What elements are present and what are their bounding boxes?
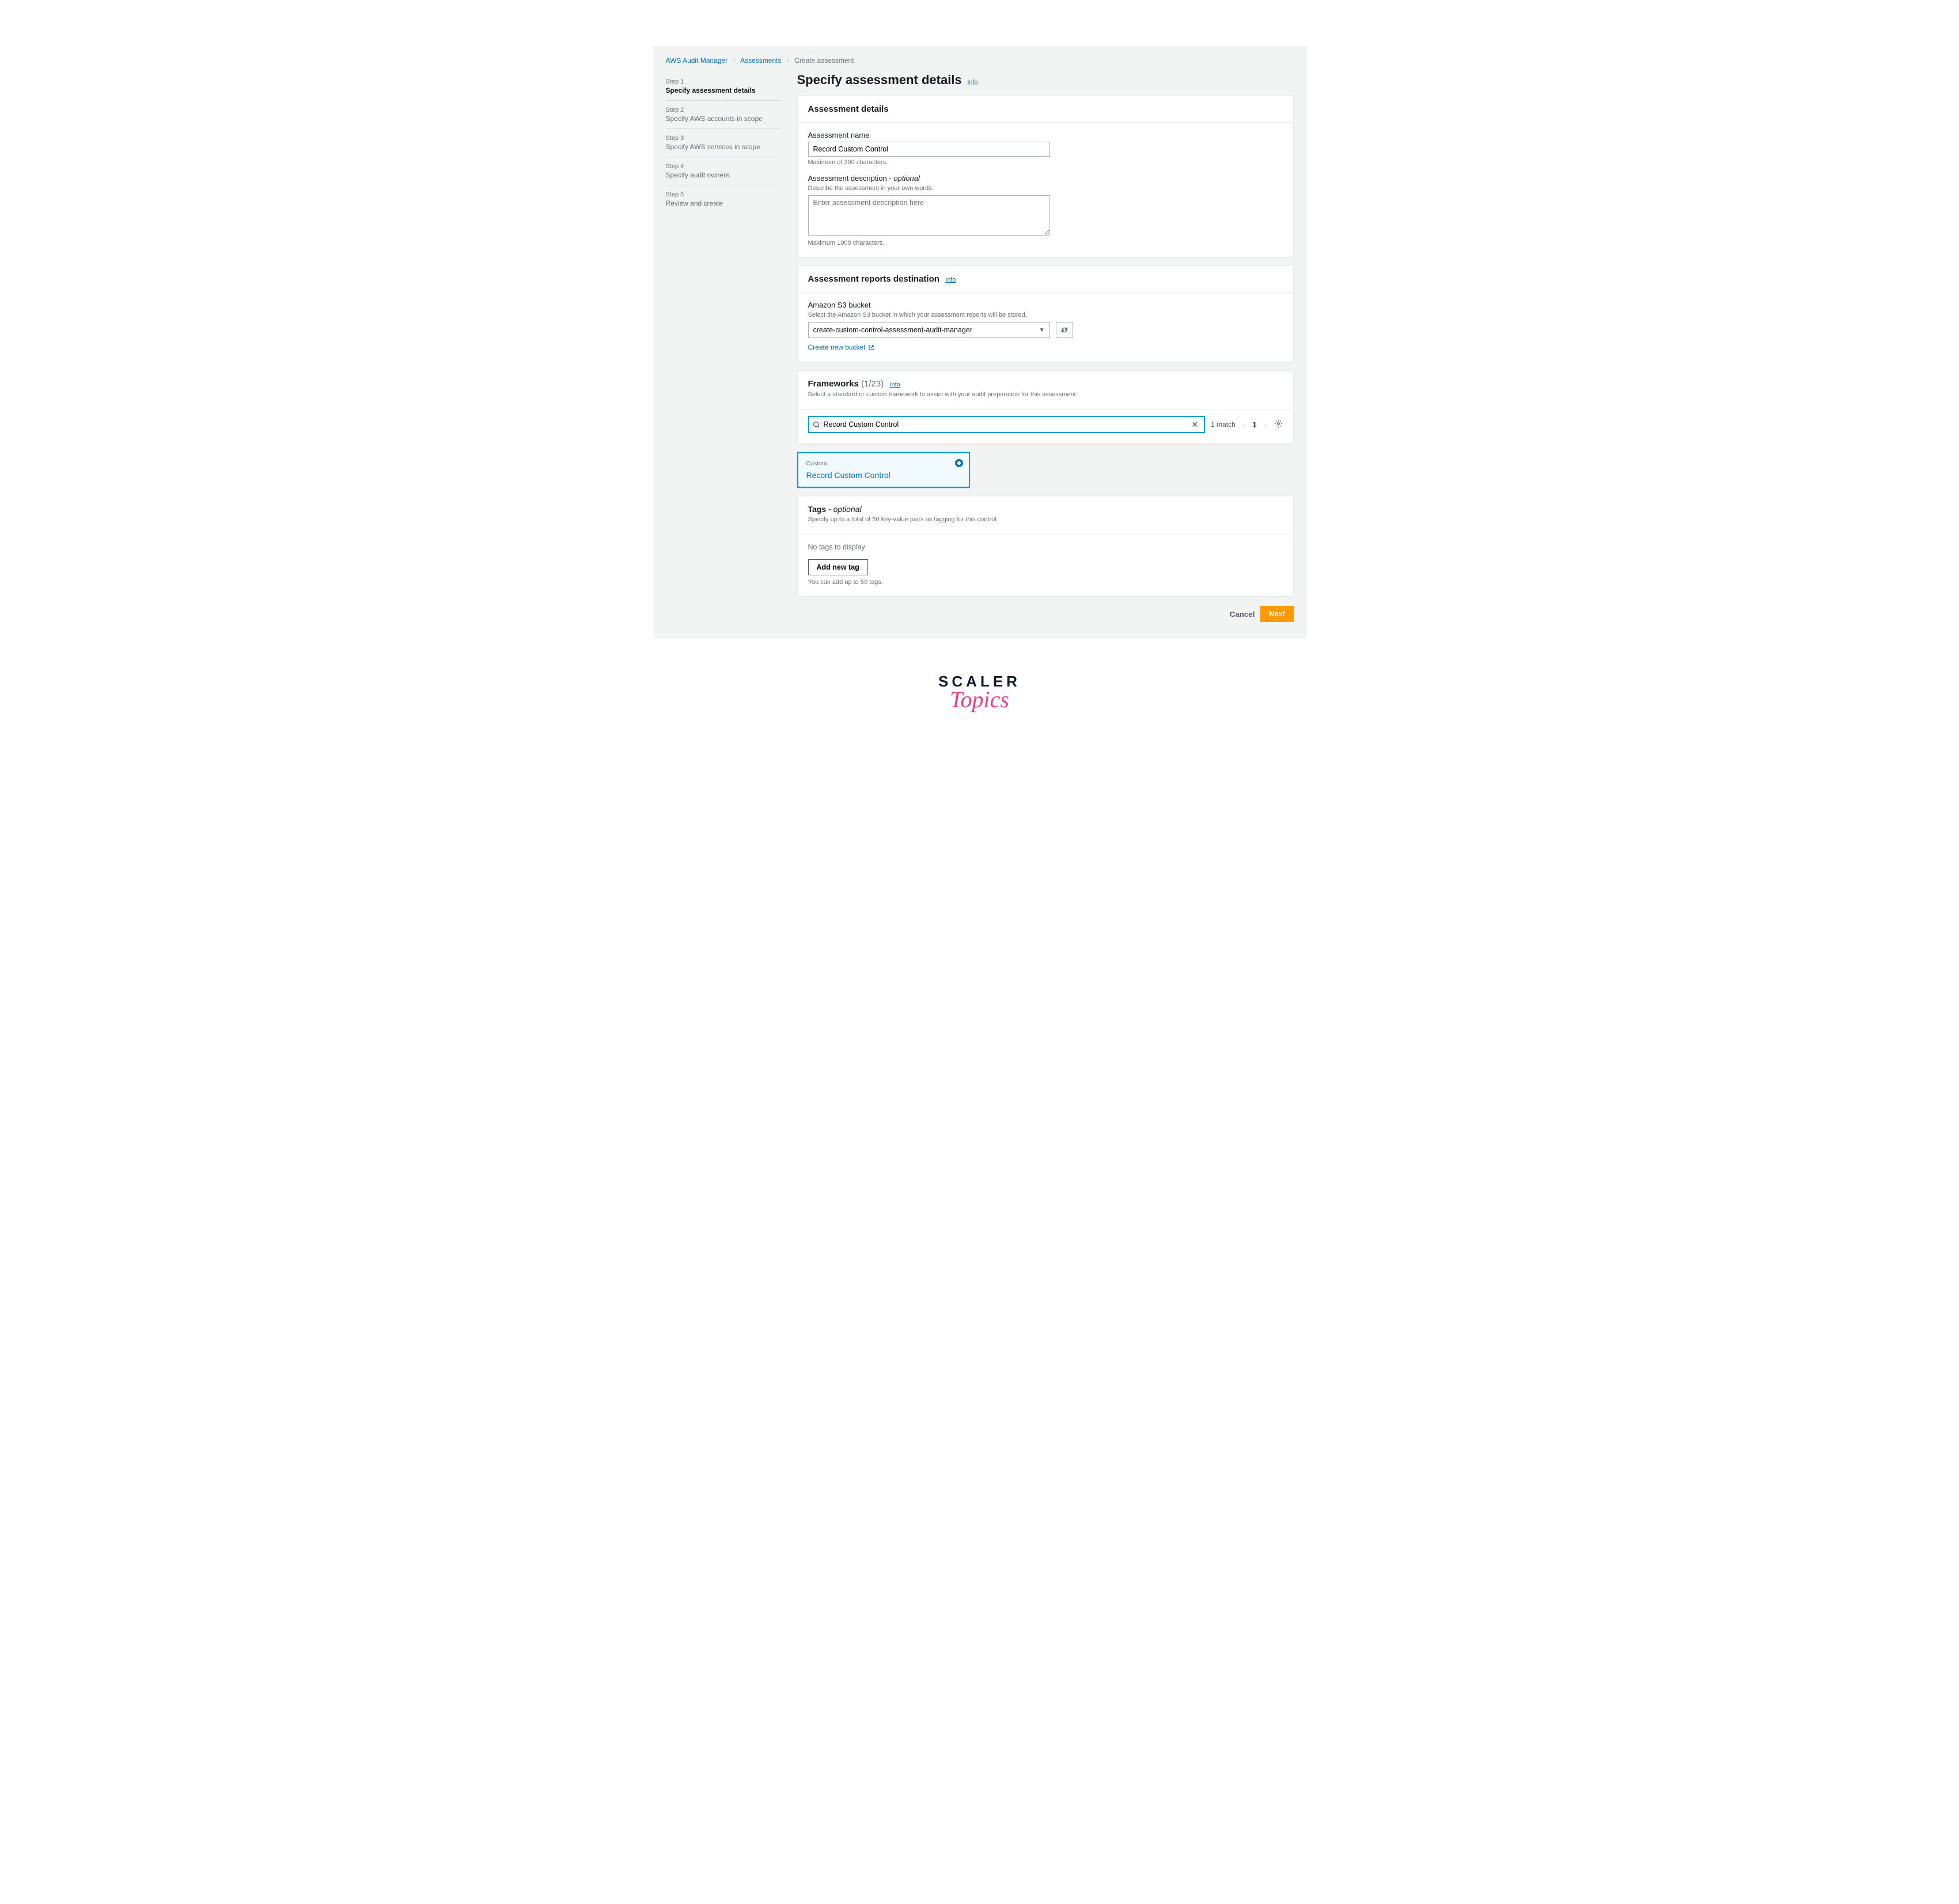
refresh-button[interactable] [1056, 322, 1073, 338]
hint-desc-max: Maximum 1000 characters. [808, 240, 1283, 246]
panel-header-tags: Tags - optional Specify up to a total of… [798, 496, 1293, 535]
chevron-right-icon: › [787, 56, 789, 65]
cancel-button[interactable]: Cancel [1230, 606, 1255, 622]
external-link-icon [868, 344, 874, 351]
watermark: SCALER Topics [653, 673, 1306, 713]
caret-down-icon: ▼ [1039, 327, 1045, 333]
hint-name-max: Maximum of 300 characters. [808, 159, 1283, 166]
page-prev-button[interactable]: ‹ [1241, 420, 1246, 429]
step-2[interactable]: Step 2 Specify AWS accounts in scope [666, 101, 781, 129]
desc-s3-bucket: Select the Amazon S3 bucket in which you… [808, 312, 1283, 318]
step-5[interactable]: Step 5 Review and create [666, 185, 781, 213]
match-count: 1 match [1211, 420, 1236, 428]
pagination: ‹ 1 › [1241, 420, 1268, 429]
desc-tags: Specify up to a total of 50 key-value pa… [808, 516, 1283, 523]
clear-search-button[interactable]: ✕ [1189, 420, 1200, 430]
panel-header-frameworks: Frameworks (1/23) Info Select a standard… [798, 371, 1293, 410]
panel-tags: Tags - optional Specify up to a total of… [797, 496, 1294, 597]
add-tag-button[interactable]: Add new tag [808, 559, 868, 575]
radio-selected-icon [955, 459, 963, 467]
label-s3-bucket: Amazon S3 bucket [808, 301, 1283, 309]
desc-assessment-description: Describe the assessment in your own word… [808, 185, 1283, 192]
framework-card-record-custom-control[interactable]: Custom Record Custom Control [797, 452, 970, 488]
tags-empty-text: No tags to display [808, 543, 1283, 551]
label-assessment-description: Assessment description - optional [808, 174, 1283, 183]
framework-search-input-wrapper[interactable]: ✕ [808, 416, 1206, 433]
next-button[interactable]: Next [1260, 606, 1293, 622]
step-3[interactable]: Step 3 Specify AWS services in scope [666, 129, 781, 157]
step-1[interactable]: Step 1 Specify assessment details [666, 73, 781, 101]
breadcrumb-link-audit-manager[interactable]: AWS Audit Manager [666, 56, 728, 65]
search-icon [813, 421, 820, 428]
settings-button[interactable] [1274, 419, 1283, 430]
chevron-right-icon: › [733, 56, 735, 65]
page-number: 1 [1249, 420, 1260, 429]
label-assessment-name: Assessment name [808, 131, 1283, 139]
page-title: Specify assessment details [797, 73, 962, 88]
create-bucket-link[interactable]: Create new bucket [808, 343, 874, 351]
desc-frameworks: Select a standard or custom framework to… [808, 391, 1283, 398]
panel-assessment-details: Assessment details Assessment name Maxim… [797, 96, 1294, 257]
panel-reports-destination: Assessment reports destination Info Amaz… [797, 266, 1294, 362]
breadcrumb-link-assessments[interactable]: Assessments [740, 56, 781, 65]
tags-limit-hint: You can add up to 50 tags. [808, 579, 1283, 586]
breadcrumb: AWS Audit Manager › Assessments › Create… [666, 56, 1294, 65]
info-link-frameworks[interactable]: Info [889, 381, 900, 388]
framework-search-input[interactable] [820, 420, 1189, 428]
watermark-line2: Topics [653, 686, 1306, 713]
panel-header-details: Assessment details [798, 96, 1293, 123]
page-next-button[interactable]: › [1263, 420, 1268, 429]
assessment-description-textarea[interactable] [808, 195, 1050, 236]
info-link-page[interactable]: Info [967, 79, 977, 86]
s3-bucket-select[interactable]: create-custom-control-assessment-audit-m… [808, 322, 1050, 338]
refresh-icon [1060, 326, 1068, 334]
framework-card-name: Record Custom Control [806, 471, 961, 480]
framework-type-label: Custom [806, 460, 961, 467]
breadcrumb-current: Create assessment [794, 56, 854, 65]
gear-icon [1274, 419, 1283, 428]
step-4[interactable]: Step 4 Specify audit owners [666, 157, 781, 185]
panel-frameworks: Frameworks (1/23) Info Select a standard… [797, 370, 1294, 444]
step-nav: Step 1 Specify assessment details Step 2… [666, 73, 781, 622]
info-link-reports[interactable]: Info [945, 276, 956, 283]
assessment-name-input[interactable] [808, 142, 1050, 157]
panel-header-reports: Assessment reports destination Info [798, 266, 1293, 293]
